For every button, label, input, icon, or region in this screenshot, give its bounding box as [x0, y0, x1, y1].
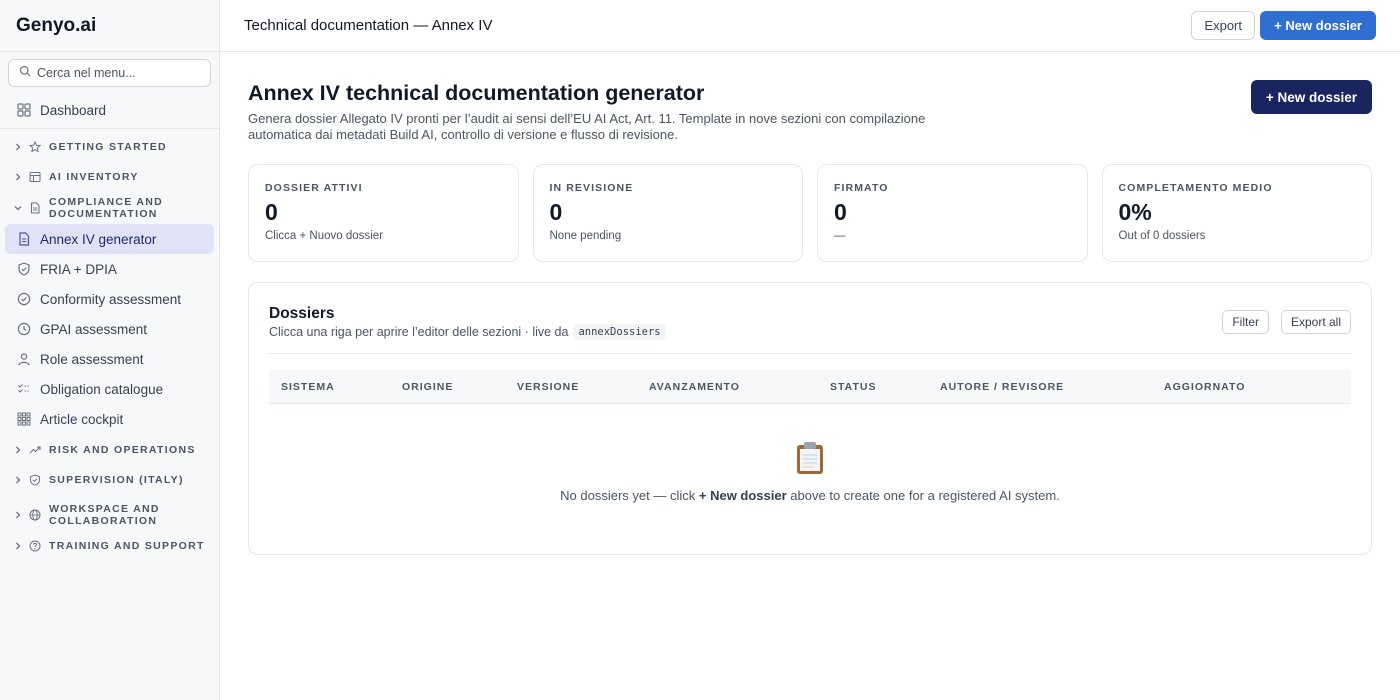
sidebar-item-conformity[interactable]: Conformity assessment — [5, 284, 214, 314]
sidebar-group-ai-inventory[interactable]: AI INVENTORY — [5, 162, 214, 192]
globe-icon — [29, 509, 41, 521]
dossiers-subtitle: Clicca una riga per aprire l’editor dell… — [269, 324, 666, 340]
card-divider — [269, 353, 1351, 354]
column-header[interactable]: SISTEMA — [281, 381, 335, 393]
clipboard-icon — [249, 441, 1371, 480]
main-content: Annex IV technical documentation generat… — [220, 53, 1400, 700]
column-header[interactable]: AUTORE / REVISORE — [940, 381, 1064, 393]
help-circle-icon — [29, 540, 41, 552]
sidebar-group-supervision[interactable]: SUPERVISION (ITALY) — [5, 466, 214, 494]
brand-logo[interactable]: Genyo.ai — [0, 0, 219, 52]
column-header[interactable]: ORIGINE — [402, 381, 453, 393]
stat-card-active: DOSSIER ATTIVI 0 Clicca + Nuovo dossier — [248, 164, 519, 262]
grid-dots-icon — [17, 412, 31, 426]
clock-icon — [17, 322, 31, 336]
page-breadcrumb-title: Technical documentation — Annex IV — [244, 17, 493, 34]
column-header[interactable]: STATUS — [830, 381, 876, 393]
export-all-button[interactable]: Export all — [1280, 310, 1351, 334]
sidebar-item-label: Role assessment — [40, 351, 144, 367]
empty-state-action: + New dossier — [698, 488, 787, 503]
checklist-icon — [17, 382, 31, 396]
column-header[interactable]: AGGIORNATO — [1164, 381, 1245, 393]
search-icon — [19, 64, 37, 82]
sidebar-item-fria-dpia[interactable]: FRIA + DPIA — [5, 254, 214, 284]
document-icon — [17, 232, 31, 246]
stat-label: IN REVISIONE — [549, 182, 634, 194]
sidebar-item-article-cockpit[interactable]: Article cockpit — [5, 404, 214, 434]
chevron-right-icon — [13, 172, 23, 182]
sidebar-item-label: Annex IV generator — [40, 231, 157, 247]
export-button[interactable]: Export — [1191, 11, 1255, 40]
empty-state-suffix: above to create one for a registered AI … — [790, 488, 1060, 503]
sidebar-divider — [0, 128, 219, 129]
sidebar-item-label: FRIA + DPIA — [40, 261, 117, 277]
menu-search-input[interactable] — [37, 66, 197, 80]
sidebar-item-label: Article cockpit — [40, 411, 124, 427]
sidebar-item-role[interactable]: Role assessment — [5, 344, 214, 374]
stat-card-avg-completion: COMPLETAMENTO MEDIO 0% Out of 0 dossiers — [1101, 164, 1372, 262]
chevron-right-icon — [13, 510, 23, 520]
sidebar-item-dashboard[interactable]: Dashboard — [5, 95, 214, 125]
chevron-right-icon — [13, 541, 23, 551]
column-header[interactable]: AVANZAMENTO — [649, 381, 740, 393]
stat-card-signed: FIRMATO 0 — — [817, 164, 1088, 262]
column-header[interactable]: VERSIONE — [517, 381, 579, 393]
top-bar: Technical documentation — Annex IV Expor… — [220, 0, 1400, 52]
stat-value: 0 — [549, 199, 563, 225]
shield-icon — [29, 474, 41, 486]
trending-up-icon — [29, 444, 41, 456]
document-icon — [29, 202, 41, 214]
stat-value: 0% — [1118, 199, 1152, 225]
sidebar-group-compliance[interactable]: COMPLIANCE AND DOCUMENTATION — [5, 192, 214, 224]
page-subtitle: Genera dossier Allegato IV pronti per l’… — [248, 111, 926, 142]
filter-button[interactable]: Filter — [1222, 310, 1269, 334]
menu-search[interactable] — [8, 59, 211, 87]
chevron-right-icon — [13, 445, 23, 455]
sidebar-item-label: Obligation catalogue — [40, 381, 164, 397]
stat-hint: — — [834, 230, 846, 242]
sidebar-item-annex-iv[interactable]: Annex IV generator — [5, 224, 214, 254]
grid-icon — [17, 103, 31, 117]
sidebar-item-label: GPAI assessment — [40, 321, 148, 337]
sidebar-group-risk[interactable]: RISK AND OPERATIONS — [5, 434, 214, 466]
sidebar-group-getting-started[interactable]: GETTING STARTED — [5, 132, 214, 162]
new-dossier-button-top[interactable]: + New dossier — [1260, 11, 1376, 40]
stat-card-in-review: IN REVISIONE 0 None pending — [532, 164, 803, 262]
stat-hint: Out of 0 dossiers — [1118, 230, 1206, 242]
stat-label: FIRMATO — [834, 182, 889, 194]
chevron-right-icon — [13, 475, 23, 485]
dossiers-title: Dossiers — [269, 305, 335, 322]
sidebar-item-obligation[interactable]: Obligation catalogue — [5, 374, 214, 404]
data-source-code: annexDossiers — [573, 324, 666, 340]
empty-state-prefix: No dossiers yet — click — [560, 488, 696, 503]
stat-value: 0 — [265, 199, 278, 225]
sidebar: Genyo.ai Dashboard GETTING STARTED AI IN… — [0, 0, 220, 700]
sidebar-item-label: Conformity assessment — [40, 291, 182, 307]
stat-label: DOSSIER ATTIVI — [265, 182, 363, 194]
stats-row: DOSSIER ATTIVI 0 Clicca + Nuovo dossier … — [248, 164, 1372, 262]
sidebar-item-label: Dashboard — [40, 102, 107, 118]
sidebar-group-workspace[interactable]: WORKSPACE AND COLLABORATION — [5, 494, 214, 536]
sidebar-group-training[interactable]: TRAINING AND SUPPORT — [5, 536, 214, 556]
page-title: Annex IV technical documentation generat… — [248, 81, 705, 105]
stat-label: COMPLETAMENTO MEDIO — [1118, 182, 1273, 194]
chevron-down-icon — [13, 203, 23, 213]
user-icon — [17, 352, 31, 366]
shield-icon — [17, 262, 31, 276]
empty-state-message: No dossiers yet — click + New dossier ab… — [249, 488, 1371, 503]
stat-hint: Clicca + Nuovo dossier — [265, 230, 383, 242]
dossiers-subtitle-text: Clicca una riga per aprire l’editor dell… — [269, 325, 569, 339]
stat-hint: None pending — [549, 230, 622, 242]
sidebar-item-gpai[interactable]: GPAI assessment — [5, 314, 214, 344]
star-icon — [29, 141, 41, 153]
table-header: SISTEMA ORIGINE VERSIONE AVANZAMENTO STA… — [269, 370, 1351, 404]
table-icon — [29, 171, 41, 183]
dossiers-card: Dossiers Clicca una riga per aprire l’ed… — [248, 282, 1372, 555]
stat-value: 0 — [834, 199, 847, 225]
chevron-right-icon — [13, 142, 23, 152]
new-dossier-button[interactable]: + New dossier — [1250, 80, 1372, 114]
check-circle-icon — [17, 292, 31, 306]
